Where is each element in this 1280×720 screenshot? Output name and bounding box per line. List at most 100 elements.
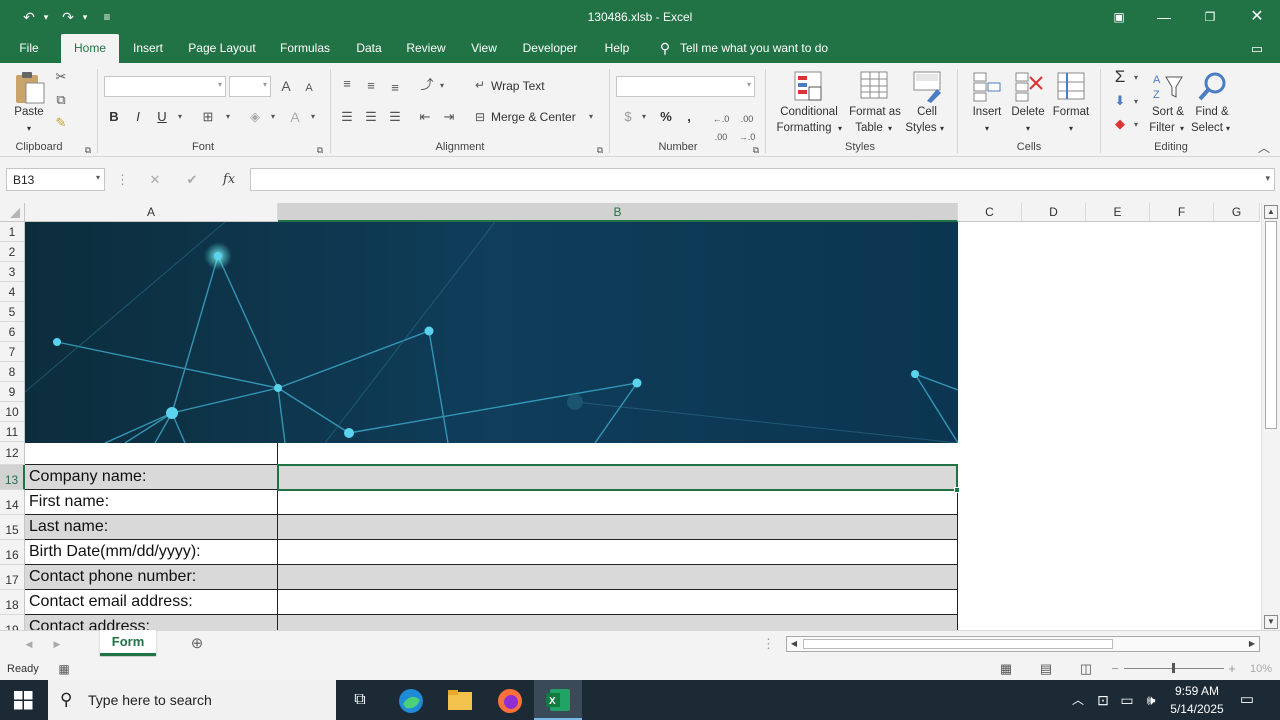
zoom-in-icon[interactable]: + — [1226, 660, 1238, 678]
close-icon[interactable]: ✕ — [1246, 6, 1268, 28]
tab-file[interactable]: File — [10, 34, 48, 63]
tab-page-layout[interactable]: Page Layout — [182, 34, 262, 63]
decrease-font-icon[interactable]: A — [302, 79, 316, 97]
percent-button[interactable]: % — [657, 108, 675, 126]
file-explorer-icon[interactable] — [447, 689, 473, 711]
conditional-formatting-icon[interactable] — [794, 71, 824, 103]
merge-center-icon[interactable]: ⊟ — [472, 108, 488, 126]
prev-sheet-icon[interactable]: ◀ — [22, 635, 36, 653]
tab-insert[interactable]: Insert — [127, 34, 169, 63]
find-select-label-2[interactable]: Select — [1188, 121, 1226, 136]
currency-button[interactable]: $ — [620, 108, 636, 126]
borders-icon[interactable]: ⊞ — [199, 108, 217, 126]
column-header-f[interactable]: F — [1150, 203, 1214, 222]
conditional-dropdown-icon[interactable]: ▾ — [834, 121, 846, 136]
tab-home[interactable]: Home — [61, 34, 119, 63]
name-box[interactable]: B13 ▾ — [6, 168, 105, 191]
volume-icon[interactable]: 🕪 — [1140, 684, 1162, 716]
clock-time[interactable]: 9:59 AM — [1166, 684, 1228, 698]
task-view-icon[interactable]: ⧉ — [338, 684, 382, 716]
sort-filter-icon[interactable]: A Z — [1152, 71, 1184, 103]
wrap-text-icon[interactable]: ↵ — [472, 76, 488, 94]
row-12-area[interactable] — [25, 443, 958, 465]
row-header-11[interactable]: 11 — [0, 422, 25, 442]
conditional-formatting-label[interactable]: Conditional — [772, 105, 846, 120]
underline-button[interactable]: U — [154, 108, 170, 126]
orientation-dropdown-icon[interactable]: ▾ — [436, 77, 448, 95]
insert-cells-icon[interactable] — [972, 71, 1002, 103]
page-layout-view-icon[interactable]: ▤ — [1037, 660, 1055, 678]
find-dropdown-icon[interactable]: ▾ — [1222, 121, 1234, 136]
horizontal-scrollbar[interactable]: ◀ ▶ — [786, 636, 1260, 652]
input-birth-date[interactable] — [278, 540, 958, 565]
row-header-13[interactable]: 13 — [0, 465, 25, 490]
increase-decimal-button[interactable]: ←.0 .00 — [708, 110, 734, 146]
row-header-4[interactable]: 4 — [0, 282, 25, 302]
cancel-icon[interactable]: ✕ — [145, 171, 165, 189]
delete-cells-icon[interactable] — [1014, 71, 1044, 103]
row-header-7[interactable]: 7 — [0, 342, 25, 362]
row-header-19[interactable]: 19 — [0, 615, 25, 630]
number-format-select[interactable]: ▾ — [616, 76, 755, 97]
paste-label[interactable]: Paste — [10, 105, 48, 120]
format-painter-icon[interactable]: ✎ — [52, 114, 70, 132]
clear-icon[interactable]: ◆ — [1110, 115, 1130, 133]
fill-dropdown-icon[interactable]: ▾ — [1130, 93, 1142, 111]
expand-formula-icon[interactable]: ▾ — [1265, 173, 1270, 184]
row-header-2[interactable]: 2 — [0, 242, 25, 262]
tab-review[interactable]: Review — [402, 34, 450, 63]
row-header-9[interactable]: 9 — [0, 382, 25, 402]
horizontal-scroll-thumb[interactable] — [803, 639, 1113, 649]
font-color-dropdown-icon[interactable]: ▾ — [307, 108, 319, 126]
input-contact-address[interactable] — [278, 615, 958, 630]
firefox-icon[interactable] — [497, 688, 523, 714]
delete-dropdown-icon[interactable]: ▾ — [1022, 121, 1034, 136]
merge-dropdown-icon[interactable]: ▾ — [585, 108, 597, 126]
notifications-icon[interactable]: ▭ — [1234, 684, 1260, 716]
insert-cells-label[interactable]: Insert — [968, 105, 1006, 120]
input-contact-email[interactable] — [278, 590, 958, 615]
row-header-10[interactable]: 10 — [0, 402, 25, 422]
orientation-icon[interactable]: ⤴ — [418, 76, 436, 94]
row-header-3[interactable]: 3 — [0, 262, 25, 282]
sort-filter-label[interactable]: Sort & — [1146, 105, 1190, 120]
column-header-d[interactable]: D — [1022, 203, 1086, 222]
tab-data[interactable]: Data — [349, 34, 389, 63]
insert-dropdown-icon[interactable]: ▾ — [981, 121, 993, 136]
font-color-icon[interactable]: A — [286, 108, 304, 126]
collapse-ribbon-icon[interactable]: ︿ — [1254, 139, 1274, 157]
scroll-down-icon[interactable]: ▼ — [1264, 615, 1278, 629]
find-select-icon[interactable] — [1198, 71, 1228, 103]
increase-indent-icon[interactable]: ⇥ — [440, 108, 458, 126]
sort-dropdown-icon[interactable]: ▾ — [1176, 121, 1188, 136]
bottom-align-icon[interactable]: ≡ — [386, 79, 404, 97]
row-header-15[interactable]: 15 — [0, 515, 25, 540]
input-first-name[interactable] — [278, 490, 958, 515]
vertical-scrollbar[interactable]: ▲ ▼ — [1261, 203, 1280, 630]
row-header-12[interactable]: 12 — [0, 442, 25, 465]
clock-date[interactable]: 5/14/2025 — [1166, 702, 1228, 716]
insert-function-icon[interactable]: fx — [218, 171, 240, 189]
macro-record-icon[interactable]: ▦ — [56, 660, 72, 678]
page-break-view-icon[interactable]: ◫ — [1077, 660, 1095, 678]
decrease-indent-icon[interactable]: ⇤ — [416, 108, 434, 126]
format-dropdown-icon[interactable]: ▾ — [1065, 121, 1077, 136]
row-header-1[interactable]: 1 — [0, 222, 25, 242]
row-header-17[interactable]: 17 — [0, 565, 25, 590]
formula-input[interactable]: ▾ — [250, 168, 1275, 191]
windows-start-icon[interactable] — [14, 691, 33, 710]
input-contact-phone[interactable] — [278, 565, 958, 590]
increase-font-icon[interactable]: A — [278, 77, 294, 95]
tab-view[interactable]: View — [464, 34, 504, 63]
zoom-slider-thumb[interactable] — [1172, 663, 1175, 673]
merge-center-button[interactable]: Merge & Center — [491, 110, 576, 125]
format-cells-label[interactable]: Format — [1048, 105, 1094, 120]
new-sheet-icon[interactable]: ⊕ — [187, 635, 207, 653]
font-name-select[interactable]: ▾ — [104, 76, 226, 97]
cell-styles-icon[interactable] — [913, 71, 943, 103]
enter-icon[interactable]: ✔ — [182, 171, 202, 189]
cell-styles-dropdown-icon[interactable]: ▾ — [936, 121, 948, 136]
cut-icon[interactable]: ✂ — [52, 68, 70, 86]
delete-cells-label[interactable]: Delete — [1008, 105, 1048, 120]
clear-dropdown-icon[interactable]: ▾ — [1130, 116, 1142, 134]
